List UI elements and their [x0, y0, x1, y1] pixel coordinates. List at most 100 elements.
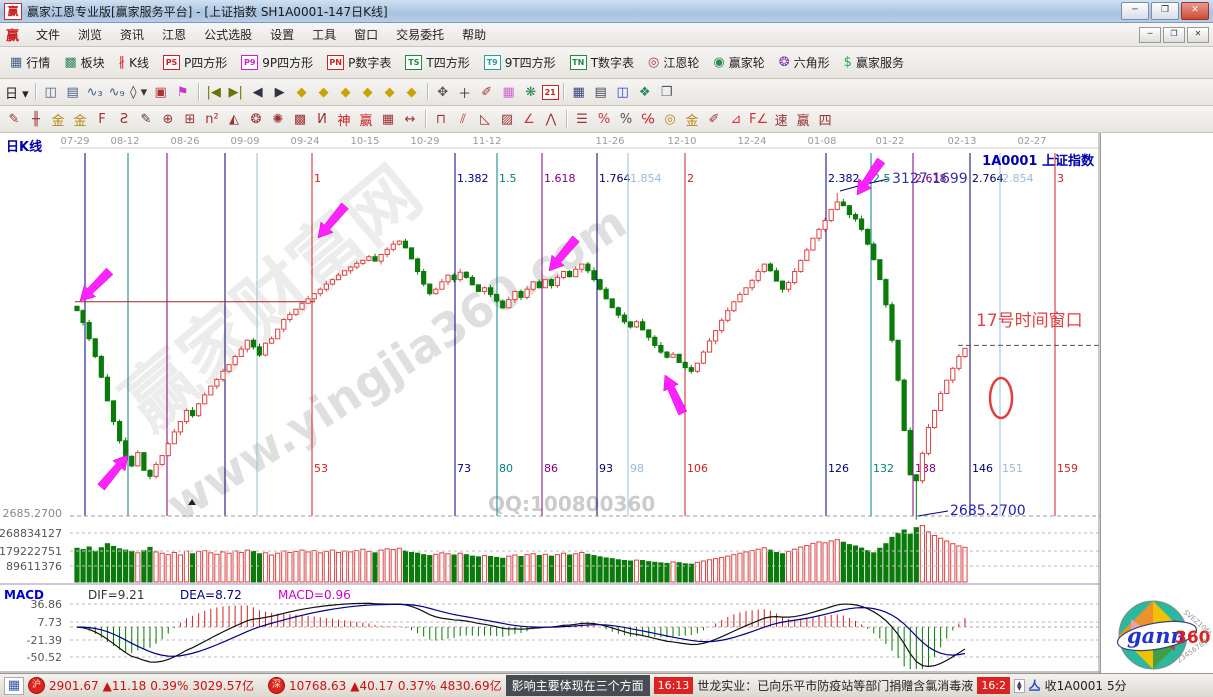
grid-tool[interactable]: ▩ [289, 109, 311, 130]
gann-wheel-button[interactable]: ◎江恩轮 [641, 51, 706, 74]
menu-item-1[interactable]: 文件 [27, 24, 69, 45]
first-bar-button[interactable]: |◀ [203, 82, 225, 103]
ying-tool[interactable]: 赢 [355, 107, 377, 132]
hexagon-button[interactable]: ❂六角形 [772, 51, 837, 74]
quotes-button[interactable]: ▦行情 [3, 51, 57, 74]
pen-tool[interactable]: ✎ [3, 109, 25, 130]
angle-ying-tool[interactable]: 赢 [792, 107, 814, 132]
wave9-icon[interactable]: ∿₉ [106, 82, 128, 103]
gann-wheel-tool[interactable]: ❂ [245, 109, 267, 130]
menu-item-3[interactable]: 资讯 [111, 24, 153, 45]
gann-box-tool[interactable]: ⊞ [179, 109, 201, 130]
gold-line-tool[interactable]: 金 [681, 107, 703, 132]
diamond-left-button[interactable]: ◆ [291, 82, 313, 103]
menu-item-10[interactable]: 帮助 [453, 24, 495, 45]
sectors-button[interactable]: ▩板块 [57, 51, 111, 74]
quote-list-icon[interactable]: ▤ [62, 82, 84, 103]
quote-table-icon[interactable]: ▦ [4, 677, 24, 695]
golden-section-v-tool[interactable]: 金 [69, 107, 91, 132]
mdi-restore-button[interactable]: ❐ [1163, 27, 1185, 43]
vee-line-tool[interactable]: ⋀ [540, 109, 562, 130]
mdi-minimize-button[interactable]: ─ [1139, 27, 1161, 43]
notes-icon[interactable]: ▤ [590, 82, 612, 103]
number-grid-tool[interactable]: ▦ [377, 109, 399, 130]
diamond-expand-button[interactable]: ◆ [335, 82, 357, 103]
menu-item-4[interactable]: 江恩 [153, 24, 195, 45]
crosshair-tool[interactable]: ＋ [454, 80, 476, 105]
wave3-icon[interactable]: ∿₃ [84, 82, 106, 103]
menu-item-2[interactable]: 浏览 [69, 24, 111, 45]
color-flag-icon[interactable]: ⚑ [172, 82, 194, 103]
close-button[interactable]: ✕ [1181, 2, 1209, 20]
fibonacci-tool[interactable]: F [91, 109, 113, 130]
shenzhen-market-icon[interactable]: 深 [268, 677, 285, 694]
bar-style-dropdown[interactable]: ◊ ▾ [128, 82, 150, 103]
winner-service-button[interactable]: $赢家服务 [837, 51, 911, 74]
percent-red-tool[interactable]: % [593, 109, 615, 130]
brush-tool[interactable]: ✎ [135, 109, 157, 130]
wave-mark-tool[interactable]: И [311, 109, 333, 130]
gann-circle-tool[interactable]: ⊕ [157, 109, 179, 130]
period-minute-label[interactable]: 5分 [1107, 677, 1127, 694]
macd-pane[interactable]: MACDDIF=9.21DEA=8.72MACD=0.9636.867.73-2… [0, 588, 1100, 672]
p-table-button[interactable]: PNP数字表 [320, 51, 398, 74]
chart-window-icon[interactable]: ◫ [40, 82, 62, 103]
shen-tool[interactable]: 神 [333, 107, 355, 132]
green-wheel-tool[interactable]: ❋ [520, 82, 542, 103]
kline-box-icon[interactable]: ▣ [150, 82, 172, 103]
gann-grid-tool[interactable]: ╫ [25, 109, 47, 130]
angle-line-tool[interactable]: ∠ [518, 109, 540, 130]
angle-f-tool[interactable]: F∠ [747, 109, 770, 130]
news-ticker-text[interactable]: 世龙实业：已向乐平市防疫站等部门捐赠含氯消毒液 [697, 677, 973, 694]
last-bar-button[interactable]: ▶| [225, 82, 247, 103]
sun-rays-tool[interactable]: ✺ [267, 109, 289, 130]
grid-fan-tool[interactable]: ▨ [496, 109, 518, 130]
winner-wheel-button[interactable]: ◉赢家轮 [706, 51, 771, 74]
pink-grid-tool[interactable]: ▦ [498, 82, 520, 103]
minimize-button[interactable]: ─ [1121, 2, 1149, 20]
angle-four-tool[interactable]: 四 [814, 107, 836, 132]
annotate-pen-tool[interactable]: ✐ [476, 82, 498, 103]
corner-fan-tool[interactable]: ◺ [474, 109, 496, 130]
diamond-up-button[interactable]: ◆ [379, 82, 401, 103]
shanghai-market-icon[interactable]: 沪 [28, 677, 45, 694]
ink-angle-tool[interactable]: ✐ [703, 109, 725, 130]
menu-item-9[interactable]: 交易委托 [387, 24, 453, 45]
chart-canvas[interactable]: 赢家财富网www.yingjia360.comQQ:10080036007-29… [0, 133, 1213, 673]
n-square-tool[interactable]: n² [201, 109, 223, 130]
gold-circle-tool[interactable]: ◎ [659, 109, 681, 130]
prev-bar-button[interactable]: ◀ [247, 82, 269, 103]
t-table-button[interactable]: TNT数字表 [563, 51, 641, 74]
print-icon[interactable]: ❒ [656, 82, 678, 103]
save-icon[interactable]: ◫ [612, 82, 634, 103]
calendar-21-icon[interactable]: 21 [542, 85, 559, 100]
9t-square-button[interactable]: T99T四方形 [477, 51, 563, 74]
angle-j-tool[interactable]: ⊿ [725, 109, 747, 130]
box-frame-tool[interactable]: ⊓ [430, 109, 452, 130]
kline-button[interactable]: ∦K线 [112, 51, 156, 74]
9p-square-button[interactable]: P99P四方形 [234, 51, 320, 74]
percent-line-tool[interactable]: ℅ [637, 109, 659, 130]
diamond-right-button[interactable]: ◆ [313, 82, 335, 103]
calculator-icon[interactable]: ▦ [568, 82, 590, 103]
ticker-spinner[interactable]: ▲▼ [1014, 679, 1025, 693]
spiral-tool[interactable]: Ƨ [113, 109, 135, 130]
export-icon[interactable]: ❖ [634, 82, 656, 103]
golden-section-h-tool[interactable]: 金 [47, 107, 69, 132]
menu-item-5[interactable]: 公式选股 [195, 24, 261, 45]
percent-list-tool[interactable]: ☰ [571, 109, 593, 130]
kline-chart[interactable]: 赢家财富网www.yingjia360.comQQ:10080036007-29… [0, 133, 1100, 673]
t-square-button[interactable]: TST四方形 [398, 51, 476, 74]
menu-item-6[interactable]: 设置 [261, 24, 303, 45]
mdi-close-button[interactable]: ✕ [1187, 27, 1209, 43]
period-day-dropdown[interactable]: 日 ▾ [3, 80, 31, 105]
width-measure-tool[interactable]: ↔ [399, 109, 421, 130]
diamond-down-button[interactable]: ◆ [401, 82, 423, 103]
restore-button[interactable]: ❐ [1151, 2, 1179, 20]
mirror-angle-tool[interactable]: ◭ [223, 109, 245, 130]
p-square-button[interactable]: PSP四方形 [156, 51, 234, 74]
title-bar[interactable]: 赢 赢家江恩专业版[赢家服务平台] - [上证指数 SH1A0001-147日K… [0, 0, 1213, 23]
menu-item-8[interactable]: 窗口 [345, 24, 387, 45]
menu-item-7[interactable]: 工具 [303, 24, 345, 45]
volume-layer[interactable] [75, 525, 967, 582]
